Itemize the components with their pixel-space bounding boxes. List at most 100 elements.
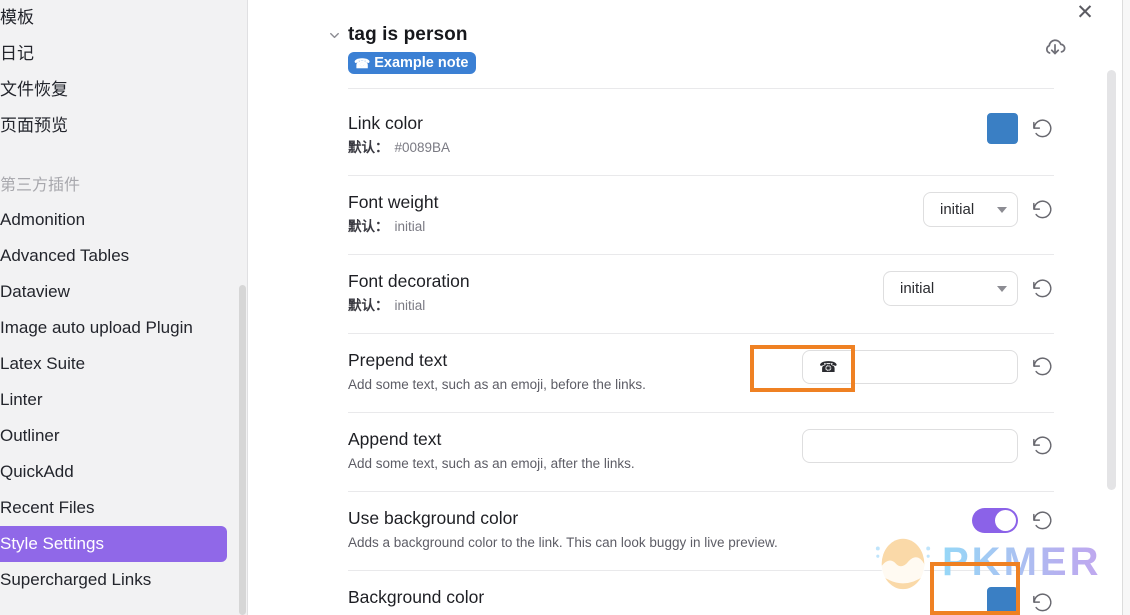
sidebar-item-advanced-tables[interactable]: Advanced Tables <box>0 238 227 274</box>
setting-info: Font weight 默认： initial <box>348 190 923 236</box>
chevron-down-icon[interactable] <box>326 27 342 43</box>
reset-icon[interactable] <box>1032 356 1054 378</box>
header-divider <box>348 88 1054 89</box>
sidebar-item-admonition[interactable]: Admonition <box>0 202 227 238</box>
select-value: initial <box>900 280 935 297</box>
default-label: 默认： <box>348 219 389 234</box>
default-value: initial <box>394 219 426 234</box>
append-text-input[interactable] <box>802 429 1018 463</box>
sidebar-item-label: Admonition <box>0 210 86 229</box>
setting-description: Add some text, such as an emoji, after t… <box>348 456 635 471</box>
setting-row-link-color: Link color 默认： #0089BA <box>348 97 1054 176</box>
setting-info: Background color <box>348 585 987 612</box>
setting-title: Link color <box>348 113 423 133</box>
setting-control <box>987 585 1054 615</box>
chevron-down-icon <box>997 285 1007 292</box>
select-value: initial <box>940 201 975 218</box>
setting-row-append-text: Append text Add some text, such as an em… <box>348 413 1054 492</box>
setting-row-use-background-color: Use background color Adds a background c… <box>348 492 1054 571</box>
select-font-decoration[interactable]: initial <box>883 271 1018 306</box>
sidebar-item-daily-notes[interactable]: 日记 <box>0 36 227 72</box>
default-label: 默认： <box>348 140 389 155</box>
setting-title: Font decoration <box>348 271 470 291</box>
sidebar-item-label: Recent Files <box>0 498 95 517</box>
app-window: 模板 日记 文件恢复 页面预览 第三方插件 Admonition Advance… <box>0 0 1130 615</box>
reset-icon[interactable] <box>1032 199 1054 221</box>
setting-row-prepend-text: Prepend text Add some text, such as an e… <box>348 334 1054 413</box>
settings-content: tag is person ☎ Example note Link color … <box>248 0 1100 615</box>
window-edge <box>1122 0 1130 615</box>
sidebar-item-image-auto-upload-plugin[interactable]: Image auto upload Plugin <box>0 310 227 346</box>
default-label: 默认： <box>348 298 389 313</box>
sidebar-item-label: Dataview <box>0 282 70 301</box>
sidebar-item-label: 模板 <box>0 8 34 27</box>
setting-default: 默认： #0089BA <box>348 138 973 157</box>
sidebar-item-latex-suite[interactable]: Latex Suite <box>0 346 227 382</box>
sidebar-item-linter[interactable]: Linter <box>0 382 227 418</box>
page-title: tag is person <box>348 24 468 45</box>
setting-default: 默认： initial <box>348 217 909 236</box>
sidebar-item-file-recovery[interactable]: 文件恢复 <box>0 72 227 108</box>
setting-title: Use background color <box>348 508 519 528</box>
setting-default: 默认： initial <box>348 296 869 315</box>
sidebar-item-label: Linter <box>0 390 43 409</box>
status-badge: ☎ Example note <box>348 52 477 74</box>
prepend-text-value: ☎ <box>819 359 838 376</box>
setting-description: Add some text, such as an emoji, before … <box>348 377 646 392</box>
close-icon[interactable]: ✕ <box>1071 0 1099 28</box>
setting-control: initial <box>883 269 1054 306</box>
setting-title: Background color <box>348 587 485 607</box>
color-swatch-background-color[interactable] <box>987 587 1018 615</box>
setting-info: Font decoration 默认： initial <box>348 269 883 315</box>
settings-sidebar: 模板 日记 文件恢复 页面预览 第三方插件 Admonition Advance… <box>0 0 248 615</box>
sidebar-section-third-party-plugins: 第三方插件 <box>0 177 81 194</box>
setting-title: Font weight <box>348 192 439 212</box>
toggle-knob <box>995 510 1016 531</box>
sidebar-item-supercharged-links[interactable]: Supercharged Links <box>0 562 227 598</box>
sidebar-item-label: Style Settings <box>0 534 104 553</box>
reset-icon[interactable] <box>1032 278 1054 300</box>
setting-control: initial <box>923 190 1054 227</box>
default-value: #0089BA <box>394 140 451 155</box>
sidebar-item-label: 文件恢复 <box>0 80 68 99</box>
sidebar-item-outliner[interactable]: Outliner <box>0 418 227 454</box>
sidebar-item-recent-files[interactable]: Recent Files <box>0 490 227 526</box>
sidebar-item-label: Advanced Tables <box>0 246 130 265</box>
setting-info: Append text Add some text, such as an em… <box>348 427 802 473</box>
setting-info: Prepend text Add some text, such as an e… <box>348 348 802 394</box>
reset-icon[interactable] <box>1032 435 1054 457</box>
reset-icon[interactable] <box>1032 592 1054 614</box>
setting-row-font-decoration: Font decoration 默认： initial initial <box>348 255 1054 334</box>
select-font-weight[interactable]: initial <box>923 192 1018 227</box>
status-badge-label: Example note <box>374 55 469 71</box>
sidebar-item-style-settings[interactable]: Style Settings <box>0 526 227 562</box>
telephone-icon: ☎ <box>354 55 371 71</box>
setting-title: Append text <box>348 429 442 449</box>
color-swatch-link-color[interactable] <box>987 113 1018 144</box>
setting-description: Adds a background color to the link. Thi… <box>348 535 778 550</box>
sidebar-scrollbar[interactable] <box>239 285 246 615</box>
setting-row-font-weight: Font weight 默认： initial initial <box>348 176 1054 255</box>
setting-control <box>802 427 1054 463</box>
sidebar-item-quickadd[interactable]: QuickAdd <box>0 454 227 490</box>
prepend-text-input[interactable]: ☎ <box>802 350 1018 384</box>
setting-control: ☎ <box>802 348 1054 384</box>
setting-control <box>987 111 1054 144</box>
sidebar-item-page-preview[interactable]: 页面预览 <box>0 108 227 144</box>
reset-icon[interactable] <box>1032 510 1054 532</box>
settings-main-panel: ✕ tag is person ☎ Example note Link colo… <box>248 0 1130 615</box>
default-value: initial <box>394 298 426 313</box>
setting-info: Link color 默认： #0089BA <box>348 111 987 157</box>
cloud-download-icon[interactable] <box>1042 34 1068 60</box>
settings-group-header: tag is person ☎ Example note <box>329 0 1066 97</box>
settings-panel-scrollbar[interactable] <box>1107 70 1116 490</box>
settings-group-title-row: tag is person <box>329 24 1054 46</box>
sidebar-item-dataview[interactable]: Dataview <box>0 274 227 310</box>
setting-row-background-color: Background color <box>348 571 1054 615</box>
toggle-use-background-color[interactable] <box>972 508 1018 533</box>
sidebar-item-label: Latex Suite <box>0 354 86 373</box>
sidebar-item-label: 页面预览 <box>0 116 68 135</box>
reset-icon[interactable] <box>1032 118 1054 140</box>
sidebar-item-templates[interactable]: 模板 <box>0 0 227 36</box>
